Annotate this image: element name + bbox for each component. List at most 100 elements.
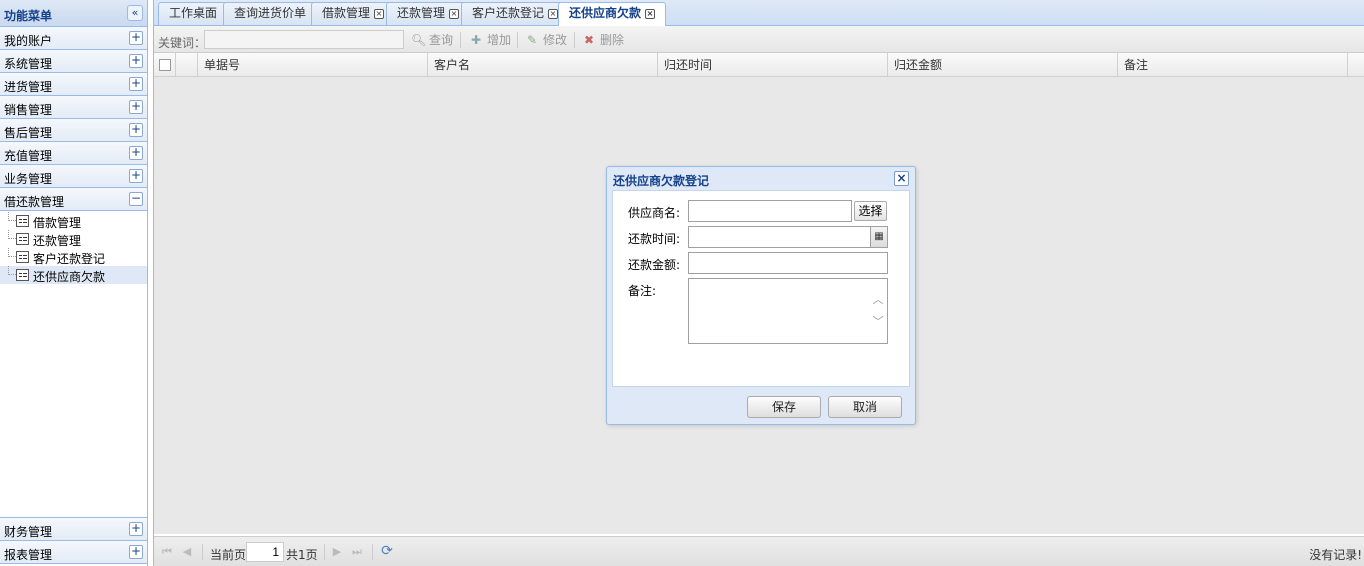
tab-purchase-price-query[interactable]: 查询进货价单: [223, 2, 318, 25]
keyword-input[interactable]: [204, 30, 404, 49]
menu-item-reports[interactable]: 报表管理 +: [0, 541, 147, 564]
close-icon[interactable]: ×: [894, 171, 909, 186]
column-header-customer[interactable]: 客户名: [428, 53, 658, 76]
pager-separator: [372, 544, 373, 560]
add-button[interactable]: ✚ 增加: [469, 31, 511, 49]
close-tab-icon[interactable]: ×: [449, 9, 460, 19]
remark-textarea[interactable]: ︿ ﹀: [688, 278, 888, 344]
select-all-checkbox[interactable]: [159, 59, 171, 71]
expand-icon[interactable]: +: [129, 77, 143, 91]
document-icon: [16, 233, 29, 245]
cancel-button[interactable]: 取消: [828, 396, 902, 418]
menu-item-finance[interactable]: 财务管理 +: [0, 518, 147, 541]
delete-button[interactable]: ✖ 删除: [582, 31, 624, 49]
first-page-icon[interactable]: ⏮: [160, 545, 174, 559]
menu-item-loans[interactable]: 借还款管理 −: [0, 188, 147, 211]
edit-icon: ✎: [526, 33, 538, 47]
document-icon: [16, 251, 29, 263]
tab-label: 还款管理: [397, 6, 446, 20]
tab-customer-repayment[interactable]: 客户还款登记 ×: [461, 2, 570, 25]
grid-header: 单据号 客户名 归还时间 归还金额 备注: [154, 53, 1364, 77]
menu-item-purchase[interactable]: 进货管理 +: [0, 73, 147, 96]
tab-strip: 工作桌面 查询进货价单 借款管理 × 还款管理 × 客户还款登记 × 还供应商欠款 ×: [154, 0, 1364, 26]
date-label: 还款时间:: [628, 232, 681, 246]
collapse-sidebar-icon[interactable]: «: [127, 5, 143, 21]
supplier-input[interactable]: [688, 200, 852, 222]
search-icon: 🔍︎: [411, 33, 427, 47]
supplier-debt-dialog: 还供应商欠款登记 × 供应商名: 选择 还款时间: ▦ 还款金额: 备注: ︿ …: [606, 166, 916, 425]
tab-loan-management[interactable]: 借款管理 ×: [311, 2, 396, 25]
next-page-icon[interactable]: ▶: [330, 545, 344, 559]
sub-item-label: 借款管理: [33, 216, 82, 230]
sidebar-item-customer-repayment[interactable]: 客户还款登记: [0, 248, 147, 266]
menu-item-my-account[interactable]: 我的账户 +: [0, 27, 147, 50]
menu-item-label: 业务管理: [4, 172, 53, 186]
expand-icon[interactable]: +: [129, 522, 143, 536]
pager-separator: [202, 544, 203, 560]
select-all-cell: [154, 53, 176, 76]
plus-icon: ✚: [470, 33, 482, 47]
keyword-label: 关键词：: [158, 36, 207, 50]
column-header-return-amount[interactable]: 归还金额: [888, 53, 1118, 76]
date-field[interactable]: ▦: [688, 226, 888, 248]
close-tab-icon[interactable]: ×: [374, 9, 385, 19]
select-supplier-button[interactable]: 选择: [854, 201, 887, 221]
tab-label: 客户还款登记: [472, 6, 545, 20]
tab-repayment-management[interactable]: 还款管理 ×: [386, 2, 471, 25]
loans-submenu: 借款管理 还款管理 客户还款登记 还供应商欠款: [0, 211, 147, 518]
close-tab-icon[interactable]: ×: [645, 9, 656, 19]
sidebar-title: 功能菜单: [4, 9, 53, 23]
delete-icon: ✖: [583, 33, 595, 47]
menu-item-system[interactable]: 系统管理 +: [0, 50, 147, 73]
collapse-icon[interactable]: −: [129, 192, 143, 206]
tree-line: [8, 212, 16, 221]
close-tab-icon[interactable]: ×: [548, 9, 559, 19]
tab-label: 查询进货价单: [234, 6, 307, 20]
tree-line: [8, 266, 16, 275]
sidebar-header: 功能菜单 «: [0, 0, 147, 27]
expand-icon[interactable]: +: [129, 31, 143, 45]
tab-workbench[interactable]: 工作桌面: [158, 2, 229, 25]
tree-line: [8, 230, 16, 239]
expand-icon[interactable]: +: [129, 146, 143, 160]
amount-input[interactable]: [688, 252, 888, 274]
menu-item-business[interactable]: 业务管理 +: [0, 165, 147, 188]
dialog-form: 供应商名: 选择 还款时间: ▦ 还款金额: 备注: ︿ ﹀: [612, 190, 910, 387]
toolbar-separator: [460, 32, 461, 48]
sidebar-item-repayment-management[interactable]: 还款管理: [0, 230, 147, 248]
menu-item-sales[interactable]: 销售管理 +: [0, 96, 147, 119]
menu-item-label: 进货管理: [4, 80, 53, 94]
search-button[interactable]: 🔍︎ 查询: [411, 31, 453, 49]
menu-item-recharge[interactable]: 充值管理 +: [0, 142, 147, 165]
toolbar-separator: [574, 32, 575, 48]
sidebar-item-loan-management[interactable]: 借款管理: [0, 212, 147, 230]
column-header-return-time[interactable]: 归还时间: [658, 53, 888, 76]
column-header-remark[interactable]: 备注: [1118, 53, 1348, 76]
expand-icon[interactable]: +: [129, 169, 143, 183]
page-number-input[interactable]: [246, 542, 284, 562]
chevron-down-icon[interactable]: ﹀: [871, 315, 885, 329]
prev-page-icon[interactable]: ◀: [180, 545, 194, 559]
pager-separator: [324, 544, 325, 560]
column-header-document-no[interactable]: 单据号: [198, 53, 428, 76]
menu-item-label: 售后管理: [4, 126, 53, 140]
tab-label: 还供应商欠款: [569, 6, 642, 20]
expand-icon[interactable]: +: [129, 545, 143, 559]
pager-status: 没有记录!: [1309, 548, 1362, 562]
chevron-up-icon[interactable]: ︿: [871, 293, 885, 307]
menu-item-label: 报表管理: [4, 548, 53, 562]
menu-item-label: 财务管理: [4, 525, 53, 539]
refresh-icon[interactable]: ⟳: [379, 543, 395, 559]
save-button[interactable]: 保存: [747, 396, 821, 418]
menu-item-after-sales[interactable]: 售后管理 +: [0, 119, 147, 142]
calendar-icon[interactable]: ▦: [870, 227, 887, 247]
expand-icon[interactable]: +: [129, 123, 143, 137]
expand-icon[interactable]: +: [129, 54, 143, 68]
edit-button[interactable]: ✎ 修改: [525, 31, 567, 49]
last-page-icon[interactable]: ⏭: [350, 545, 364, 559]
sidebar-item-supplier-debt[interactable]: 还供应商欠款: [0, 266, 147, 284]
tab-supplier-debt[interactable]: 还供应商欠款 ×: [558, 2, 667, 26]
expand-icon[interactable]: +: [129, 100, 143, 114]
toolbar: 关键词： 🔍︎ 查询 ✚ 增加 ✎ 修改 ✖ 删除: [154, 26, 1364, 53]
document-icon: [16, 215, 29, 227]
